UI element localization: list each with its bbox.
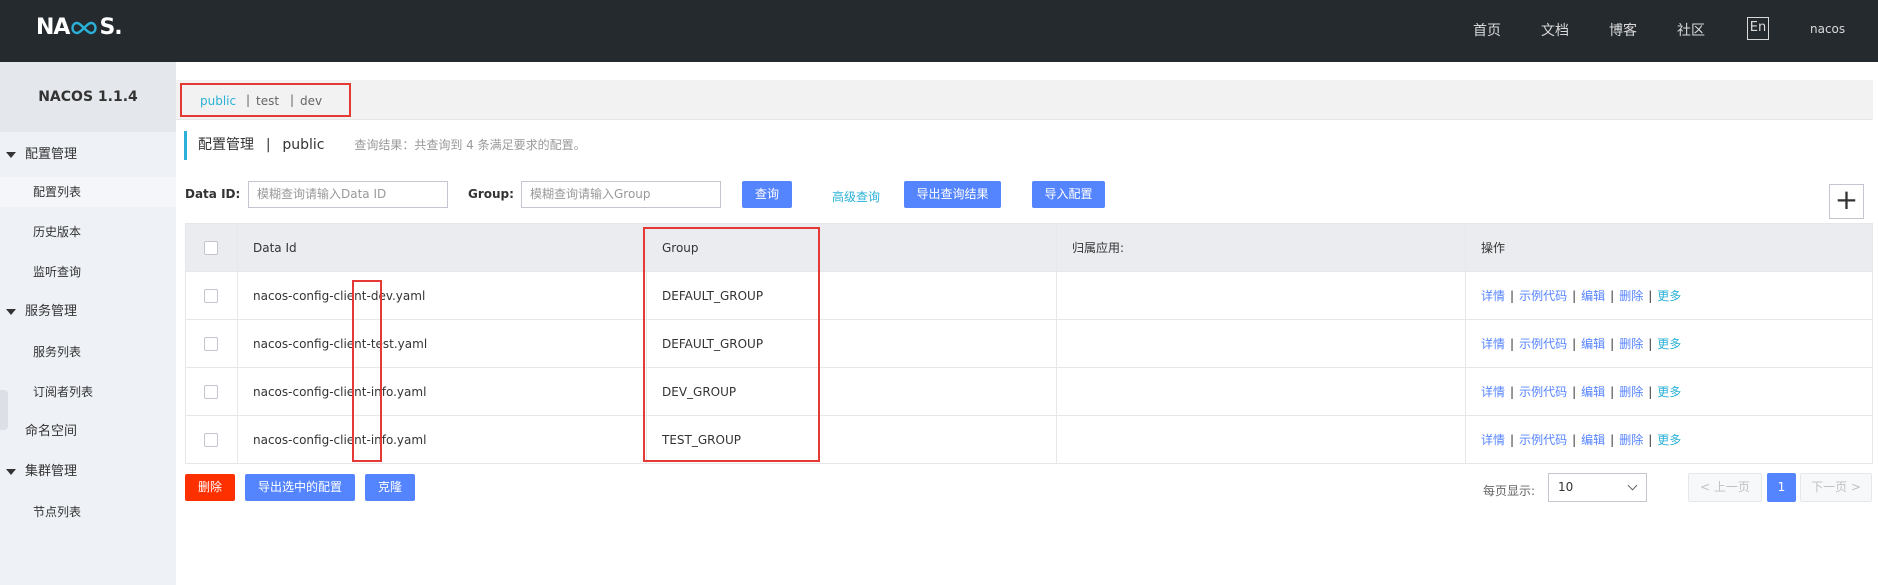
query-result-hint: 查询结果：共查询到 4 条满足要求的配置。	[354, 138, 586, 152]
delete-button[interactable]: 删除	[185, 474, 235, 501]
nav-docs[interactable]: 文档	[1541, 20, 1569, 40]
cell-data-id: nacos-config-client-info.yaml	[237, 415, 647, 464]
cell-operations: 详情 | 示例代码 | 编辑 | 删除 | 更多	[1465, 319, 1873, 368]
highlight-box-data-id-suffix	[352, 280, 382, 462]
sidebar-item-node-list[interactable]: 节点列表	[0, 497, 176, 527]
user-name[interactable]: nacos	[1810, 22, 1845, 36]
op-delete-link[interactable]: 删除	[1619, 337, 1643, 351]
cell-data-id: nacos-config-client-dev.yaml	[237, 271, 647, 320]
nav-blog[interactable]: 博客	[1609, 20, 1637, 40]
query-button[interactable]: 查询	[742, 181, 792, 208]
sidebar-item-service-list[interactable]: 服务列表	[0, 337, 176, 367]
header-data-id: Data Id	[237, 223, 647, 272]
select-all-checkbox[interactable]	[204, 240, 218, 255]
op-detail-link[interactable]: 详情	[1481, 433, 1505, 447]
namespace-bar: public | test | dev	[176, 80, 1873, 120]
highlight-box-namespaces	[180, 83, 351, 117]
cell-operations: 详情 | 示例代码 | 编辑 | 删除 | 更多	[1465, 367, 1873, 416]
sidebar: NACOS 1.1.4 配置管理 配置列表 历史版本 监听查询 服务管理 服务列…	[0, 62, 176, 585]
caret-down-icon	[6, 469, 16, 475]
page-title: 配置管理	[198, 137, 254, 153]
cell-app	[1056, 271, 1466, 320]
op-delete-link[interactable]: 删除	[1619, 385, 1643, 399]
cell-app	[1056, 367, 1466, 416]
cell-data-id: nacos-config-client-info.yaml	[237, 367, 647, 416]
row-checkbox[interactable]	[204, 384, 218, 399]
op-edit-link[interactable]: 编辑	[1581, 385, 1605, 399]
nav-home[interactable]: 首页	[1473, 20, 1501, 40]
header-operations: 操作	[1465, 223, 1873, 272]
current-namespace: public	[282, 137, 325, 153]
sidebar-item-history[interactable]: 历史版本	[0, 217, 176, 247]
header-app: 归属应用:	[1056, 223, 1466, 272]
export-results-button[interactable]: 导出查询结果	[904, 181, 1001, 208]
table-row: nacos-config-client-dev.yaml DEFAULT_GRO…	[185, 271, 1873, 320]
sidebar-group-config-management[interactable]: 配置管理	[0, 140, 176, 170]
table-row: nacos-config-client-info.yaml TEST_GROUP…	[185, 415, 1873, 464]
language-toggle-button[interactable]: En	[1747, 17, 1769, 40]
cell-app	[1056, 319, 1466, 368]
op-more-link[interactable]: 更多	[1657, 385, 1681, 399]
op-detail-link[interactable]: 详情	[1481, 337, 1505, 351]
select-all-cell	[185, 223, 238, 272]
op-more-link[interactable]: 更多	[1657, 433, 1681, 447]
infinity-logo-icon	[71, 21, 98, 35]
op-edit-link[interactable]: 编辑	[1581, 337, 1605, 351]
op-sample-code-link[interactable]: 示例代码	[1519, 337, 1567, 351]
group-label: Group:	[468, 187, 514, 201]
highlight-box-group-column	[643, 227, 820, 462]
op-edit-link[interactable]: 编辑	[1581, 433, 1605, 447]
config-table: Data Id Group 归属应用: 操作 nacos-config-clie…	[185, 223, 1873, 464]
row-checkbox[interactable]	[204, 288, 218, 303]
op-sample-code-link[interactable]: 示例代码	[1519, 385, 1567, 399]
cell-data-id: nacos-config-client-test.yaml	[237, 319, 647, 368]
version-label: NACOS 1.1.4	[0, 62, 176, 132]
table-row: nacos-config-client-test.yaml DEFAULT_GR…	[185, 319, 1873, 368]
advanced-query-link[interactable]: 高级查询	[832, 188, 880, 205]
op-more-link[interactable]: 更多	[1657, 337, 1681, 351]
table-row: nacos-config-client-info.yaml DEV_GROUP …	[185, 367, 1873, 416]
op-edit-link[interactable]: 编辑	[1581, 289, 1605, 303]
row-checkbox[interactable]	[204, 336, 218, 351]
op-delete-link[interactable]: 删除	[1619, 433, 1643, 447]
sidebar-item-namespace[interactable]: 命名空间	[0, 417, 176, 447]
page-size-label: 每页显示:	[1483, 484, 1536, 498]
prev-page-button[interactable]: < 上一页	[1688, 473, 1762, 502]
chevron-down-icon	[1627, 480, 1638, 491]
page-number-current[interactable]: 1	[1767, 473, 1796, 502]
op-detail-link[interactable]: 详情	[1481, 289, 1505, 303]
op-delete-link[interactable]: 删除	[1619, 289, 1643, 303]
op-detail-link[interactable]: 详情	[1481, 385, 1505, 399]
next-page-button[interactable]: 下一页 >	[1800, 473, 1872, 502]
clone-button[interactable]: 克隆	[365, 474, 415, 501]
data-id-label: Data ID:	[185, 187, 241, 201]
cell-operations: 详情 | 示例代码 | 编辑 | 删除 | 更多	[1465, 271, 1873, 320]
export-selected-button[interactable]: 导出选中的配置	[245, 474, 355, 501]
caret-down-icon	[6, 309, 16, 315]
table-header-row: Data Id Group 归属应用: 操作	[185, 223, 1873, 272]
page-header: 配置管理 | public 查询结果：共查询到 4 条满足要求的配置。	[184, 131, 586, 160]
page-size-select[interactable]: 10	[1548, 473, 1647, 502]
cell-operations: 详情 | 示例代码 | 编辑 | 删除 | 更多	[1465, 415, 1873, 464]
nav-community[interactable]: 社区	[1677, 20, 1705, 40]
add-config-button[interactable]: +	[1829, 184, 1864, 219]
op-sample-code-link[interactable]: 示例代码	[1519, 433, 1567, 447]
row-checkbox[interactable]	[204, 432, 218, 447]
caret-down-icon	[6, 152, 16, 158]
title-separator: |	[265, 137, 271, 153]
nacos-logo[interactable]: NA S.	[36, 15, 123, 40]
data-id-input[interactable]: 模糊查询请输入Data ID	[248, 181, 448, 208]
op-sample-code-link[interactable]: 示例代码	[1519, 289, 1567, 303]
sidebar-item-listener-query[interactable]: 监听查询	[0, 257, 176, 287]
sidebar-group-service-management[interactable]: 服务管理	[0, 297, 176, 327]
sidebar-group-cluster-management[interactable]: 集群管理	[0, 457, 176, 487]
sidebar-item-subscriber-list[interactable]: 订阅者列表	[0, 377, 176, 407]
top-navbar: NA S. 首页 文档 博客 社区 En nacos	[0, 0, 1878, 62]
sidebar-item-config-list[interactable]: 配置列表	[0, 177, 176, 207]
cell-app	[1056, 415, 1466, 464]
op-more-link[interactable]: 更多	[1657, 289, 1681, 303]
group-input[interactable]: 模糊查询请输入Group	[521, 181, 721, 208]
import-config-button[interactable]: 导入配置	[1032, 181, 1105, 208]
sidebar-collapse-handle[interactable]	[0, 390, 8, 430]
